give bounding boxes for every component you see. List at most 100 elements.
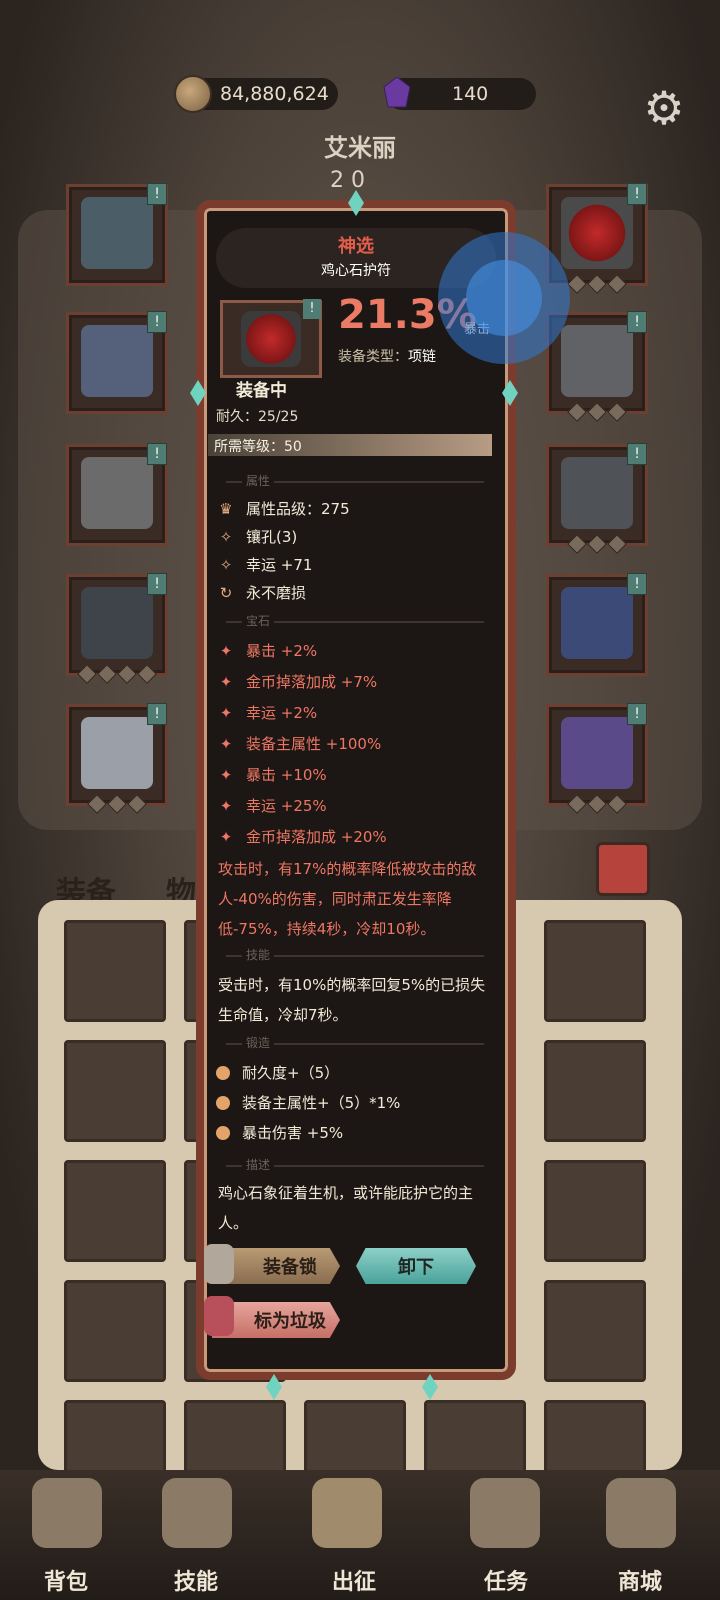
bracelet-icon xyxy=(561,457,633,529)
hero-name: 艾米丽 xyxy=(324,134,396,162)
attribute-text: 镶孔(3) xyxy=(246,528,298,546)
gem-row: ✦ 暴击 +2% xyxy=(216,640,317,661)
equipped-label: 装备中 xyxy=(236,381,287,401)
attribute-text: 永不磨损 xyxy=(246,584,307,602)
unequip-label: 卸下 xyxy=(398,1257,434,1278)
gem-bullet-icon: ✦ xyxy=(219,765,233,784)
nav-expedition[interactable]: 出征 xyxy=(304,1564,404,1596)
staff-icon xyxy=(561,587,633,659)
currency-bar: 84,880,624 140 xyxy=(0,70,720,120)
inventory-cell[interactable] xyxy=(64,1040,166,1142)
coin-icon xyxy=(174,75,212,113)
section-attributes-label: 属性 xyxy=(242,472,275,489)
gem-bullet-icon: ✦ xyxy=(219,734,233,753)
slot-helmet[interactable]: ! xyxy=(66,183,168,286)
gem-text: 装备主属性 +100% xyxy=(246,735,382,753)
socket-icon: ✧ xyxy=(219,527,233,546)
gem-text: 暴击 +10% xyxy=(246,766,327,784)
gem-bullet-icon: ✦ xyxy=(219,827,233,846)
nav-skills[interactable]: 技能 xyxy=(146,1564,246,1596)
forge-bullet-icon xyxy=(216,1125,230,1140)
forge-row: 耐久度+（5） xyxy=(216,1062,339,1083)
gem-bullet-icon: ✦ xyxy=(219,672,233,691)
quests-icon xyxy=(470,1478,540,1548)
item-portrait: ! xyxy=(220,299,322,378)
inventory-cell[interactable] xyxy=(544,920,646,1022)
inventory-cell[interactable] xyxy=(544,1280,646,1382)
gold-amount: 84,880,624 xyxy=(220,83,329,105)
bottom-nav: 背包 技能 出征 任务 商城 xyxy=(0,1470,720,1600)
forge-bullet-icon xyxy=(216,1065,230,1080)
nav-shop[interactable]: 商城 xyxy=(590,1564,690,1596)
gem-row: ✦ 金币掉落加成 +7% xyxy=(216,671,377,692)
padlock-icon xyxy=(204,1244,234,1284)
luck-icon: ✧ xyxy=(219,555,233,574)
slot-weapon[interactable]: ! xyxy=(546,573,648,676)
inventory-cell[interactable] xyxy=(64,1280,166,1382)
shop-icon xyxy=(606,1478,676,1548)
section-divider: 描述 xyxy=(216,1156,494,1174)
inventory-cell[interactable] xyxy=(544,1040,646,1142)
section-divider: 宝石 xyxy=(216,612,494,630)
mark-as-junk-label: 标为垃圾 xyxy=(254,1311,326,1332)
attribute-text: 幸运 +71 xyxy=(246,556,313,574)
description-text: 鸡心石象征着生机，或许能庇护它的主人。 xyxy=(218,1184,474,1232)
attribute-row: ✧ 镶孔(3) xyxy=(216,526,298,547)
required-level-band: 所需等级：50 xyxy=(208,434,492,456)
gem-text: 金币掉落加成 +20% xyxy=(246,828,387,846)
hero-level: 2 0 xyxy=(330,168,365,193)
inventory-cell[interactable] xyxy=(64,1160,166,1262)
slot-pants[interactable]: ! xyxy=(66,573,168,684)
ring-icon xyxy=(561,325,633,397)
slot-boots[interactable]: ! xyxy=(66,703,168,814)
gem-row: ✦ 金币掉落加成 +20% xyxy=(216,826,387,847)
attribute-row: ✧ 幸运 +71 xyxy=(216,554,313,575)
section-divider: 技能 xyxy=(216,946,494,964)
attribute-text: 属性品级：275 xyxy=(246,500,350,518)
unequip-button[interactable]: 卸下 xyxy=(356,1248,476,1284)
forge-row: 装备主属性+（5）*1% xyxy=(216,1092,400,1113)
gem-text: 幸运 +25% xyxy=(246,797,327,815)
slot-armor[interactable]: ! xyxy=(66,311,168,414)
inventory-cell[interactable] xyxy=(64,920,166,1022)
durability: 耐久：25/25 xyxy=(216,409,299,425)
trash-bin-icon[interactable] xyxy=(596,842,650,896)
pants-icon xyxy=(81,587,153,659)
inventory-cell[interactable] xyxy=(544,1160,646,1262)
bag-icon xyxy=(32,1478,102,1548)
forge-bullet-icon xyxy=(216,1095,230,1110)
touch-indicator xyxy=(438,232,570,364)
lock-icon: ! xyxy=(147,183,167,205)
equipment-lock-label: 装备锁 xyxy=(263,1257,317,1278)
section-gems-label: 宝石 xyxy=(242,612,275,629)
gem-bullet-icon: ✦ xyxy=(219,641,233,660)
nav-quests[interactable]: 任务 xyxy=(456,1564,556,1596)
gem-text: 幸运 +2% xyxy=(246,704,318,722)
necklace-icon xyxy=(241,311,301,367)
slot-offhand[interactable]: ! xyxy=(546,703,648,814)
attribute-row: ♛ 属性品级：275 xyxy=(216,498,350,519)
quality-icon: ♛ xyxy=(219,499,233,518)
gem-row: ✦ 暴击 +10% xyxy=(216,764,327,785)
gem-text: 金币掉落加成 +7% xyxy=(246,673,378,691)
item-type: 装备类型：项链 xyxy=(338,346,436,366)
skills-icon xyxy=(162,1478,232,1548)
gem-row: ✦ 幸运 +2% xyxy=(216,702,317,723)
boots-icon xyxy=(81,717,153,789)
lock-icon: ! xyxy=(627,443,647,465)
lantern-icon xyxy=(204,1296,234,1336)
gem-text: 暴击 +2% xyxy=(246,642,318,660)
gem-amount: 140 xyxy=(452,83,489,105)
offhand-icon xyxy=(561,717,633,789)
section-skill-label: 技能 xyxy=(242,946,275,963)
nav-bag[interactable]: 背包 xyxy=(16,1564,116,1596)
lock-icon: ! xyxy=(627,311,647,333)
section-forge-label: 锻造 xyxy=(242,1034,275,1051)
gold-counter: 84,880,624 xyxy=(174,75,338,113)
gem-bullet-icon: ✦ xyxy=(219,796,233,815)
item-detail-panel: 神选 鸡心石护符 ! 装备中 21.3% 暴击 装备类型：项链 耐久：25/25… xyxy=(190,190,518,1400)
gem-row: ✦ 幸运 +25% xyxy=(216,795,327,816)
item-type-value: 项链 xyxy=(408,349,436,365)
slot-gloves[interactable]: ! xyxy=(66,443,168,546)
slot-bracelet[interactable]: ! xyxy=(546,443,648,554)
